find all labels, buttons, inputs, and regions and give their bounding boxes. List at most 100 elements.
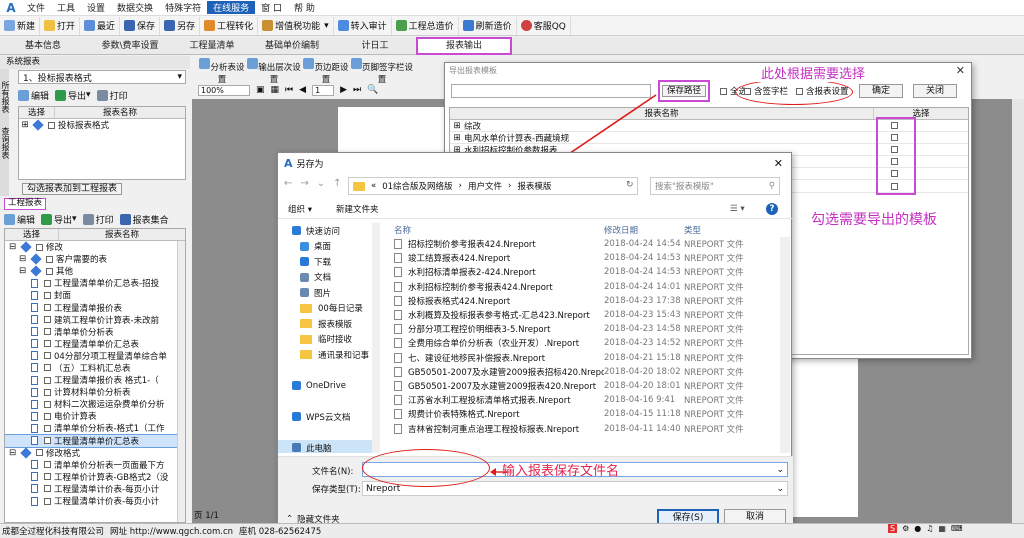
file-name: 江苏省水利工程投标清单格式报表.Nreport bbox=[408, 396, 571, 407]
breadcrumb-item[interactable]: 报表模版 bbox=[517, 180, 551, 192]
search-input[interactable]: 搜索"报表模版" ⚲ bbox=[650, 177, 780, 195]
refresh-icon[interactable]: ↻ bbox=[626, 180, 634, 190]
nav-item[interactable]: 00每日记录 bbox=[278, 301, 372, 317]
file-row[interactable]: 竣工结算报表424.Nreport 2018-04-24 14:53 NREPORT… bbox=[382, 251, 780, 265]
nav-item bbox=[278, 394, 372, 410]
chevron-down-icon[interactable]: ⌄ bbox=[317, 178, 325, 189]
nav-item[interactable]: 临时接收 bbox=[278, 332, 372, 348]
file-date: 2018-04-24 14:54 bbox=[604, 239, 681, 250]
folder-icon bbox=[300, 303, 312, 313]
file-name-cell: 吉林省控制河重点治理工程投标报表.Nreport bbox=[382, 423, 604, 435]
file-date: 2018-04-24 14:53 bbox=[604, 267, 681, 278]
file-row[interactable]: 江苏省水利工程投标清单格式报表.Nreport 2018-04-16 9:41 NR… bbox=[382, 393, 780, 407]
forward-icon[interactable]: → bbox=[300, 178, 308, 189]
file-name: 七、建设征地移民补偿报表.Nreport bbox=[408, 353, 546, 364]
up-icon[interactable]: ↑ bbox=[333, 178, 341, 189]
file-date: 2018-04-24 14:53 bbox=[604, 253, 681, 264]
file-icon bbox=[394, 281, 402, 292]
tray-icon[interactable]: ⚙ bbox=[902, 524, 909, 533]
help-icon[interactable]: ? bbox=[766, 202, 778, 215]
file-icon bbox=[394, 380, 402, 391]
file-row[interactable]: 水利招标清单报表2-424.Nreport 2018-04-24 14:53 NRE… bbox=[382, 265, 780, 279]
file-name-cell: 规费计价表特殊格式.Nreport bbox=[382, 408, 604, 420]
col-name[interactable]: 名称 bbox=[382, 224, 604, 236]
breadcrumb-item[interactable]: 用户文件 bbox=[468, 180, 502, 192]
col-type[interactable]: 类型 bbox=[684, 224, 701, 236]
breadcrumb[interactable]: « 01综合版及网络版 › 用户文件 › 报表模版 bbox=[348, 177, 638, 195]
file-name: 吉林省控制河重点治理工程投标报表.Nreport bbox=[408, 424, 580, 435]
tray-icon[interactable]: ⌨ bbox=[951, 524, 963, 533]
file-row[interactable]: 水利招标控制价参考报表424.Nreport 2018-04-24 14:01 NR… bbox=[382, 280, 780, 294]
nav-item[interactable]: 图片 bbox=[278, 285, 372, 301]
save-as-title: 另存为 bbox=[296, 159, 324, 170]
website[interactable]: 网址 http://www.qgch.com.cn bbox=[110, 525, 233, 537]
new-folder-button[interactable]: 新建文件夹 bbox=[336, 203, 379, 215]
file-name-cell: 全费用综合单价分析表（农业开发）.Nreport bbox=[382, 337, 604, 349]
nav-item[interactable]: 报表模版 bbox=[278, 316, 372, 332]
desk-icon bbox=[300, 241, 309, 251]
file-row[interactable]: 吉林省控制河重点治理工程投标报表.Nreport 2018-04-11 14:40… bbox=[382, 421, 780, 435]
file-type: NREPORT 文件 bbox=[684, 240, 744, 251]
file-date: 2018-04-11 14:40 bbox=[604, 423, 681, 434]
nav-item-label: 通讯录和记事 bbox=[318, 350, 370, 361]
file-row[interactable]: 七、建设征地移民补偿报表.Nreport 2018-04-21 15:18 NREP… bbox=[382, 351, 780, 365]
nav-item-label: 桌面 bbox=[314, 242, 332, 253]
folder-icon bbox=[353, 181, 365, 191]
app-logo-icon: A bbox=[284, 156, 293, 170]
file-list: 名称 修改日期 类型 招标控制价参考报表424.Nreport 2018-04-2… bbox=[382, 223, 780, 453]
file-name-cell: 江苏省水利工程投标清单格式报表.Nreport bbox=[382, 394, 604, 406]
phone: 座机 028-62562475 bbox=[239, 527, 322, 537]
view-icon[interactable]: ☰ ▾ bbox=[730, 204, 745, 214]
file-date: 2018-04-23 15:43 bbox=[604, 310, 681, 321]
back-icon[interactable]: ← bbox=[284, 178, 292, 189]
filetype-value: Nreport bbox=[366, 483, 401, 494]
file-list-scrollbar[interactable] bbox=[780, 237, 790, 453]
organize-button[interactable]: 组织 ▾ bbox=[288, 203, 312, 215]
file-icon bbox=[394, 366, 402, 377]
breadcrumb-item[interactable]: 01综合版及网络版 bbox=[382, 180, 452, 192]
file-row[interactable]: GB50501-2007及水建管2009报表420.Nreport 2018-04… bbox=[382, 379, 780, 393]
file-row[interactable]: 招标控制价参考报表424.Nreport 2018-04-24 14:54 NREP… bbox=[382, 237, 780, 251]
file-row[interactable]: 规费计价表特殊格式.Nreport 2018-04-15 11:18 NREPORT… bbox=[382, 407, 780, 421]
file-type: NREPORT 文件 bbox=[684, 339, 744, 350]
status-bar: 成都全过程化科技有限公司 网址 http://www.qgch.com.cn 座… bbox=[0, 523, 1024, 538]
file-type: NREPORT 文件 bbox=[684, 282, 744, 293]
file-row[interactable]: 水利概算及投标报表参考格式-汇总423.Nreport 2018-04-23 15… bbox=[382, 308, 780, 322]
close-icon[interactable]: ✕ bbox=[774, 157, 791, 170]
file-row[interactable]: 投标报表格式424.Nreport 2018-04-23 17:38 NREPORT… bbox=[382, 294, 780, 308]
file-date: 2018-04-24 14:01 bbox=[604, 281, 681, 292]
nav-item-label: 此电脑 bbox=[306, 443, 332, 453]
nav-item[interactable]: 桌面 bbox=[278, 239, 372, 255]
file-icon bbox=[394, 409, 402, 420]
ime-icon[interactable]: S bbox=[888, 524, 898, 533]
tray-icon[interactable]: ▦ bbox=[938, 524, 946, 533]
nav-item[interactable]: WPS云文档 bbox=[278, 409, 372, 425]
nav-item[interactable]: 文档 bbox=[278, 270, 372, 286]
file-row[interactable]: 全费用综合单价分析表（农业开发）.Nreport 2018-04-23 14:52… bbox=[382, 336, 780, 350]
file-type: NREPORT 文件 bbox=[684, 367, 744, 378]
nav-item-label: OneDrive bbox=[306, 380, 346, 391]
nav-scrollbar[interactable] bbox=[372, 223, 380, 453]
nav-item-label: 下载 bbox=[314, 257, 332, 268]
nav-item-label: 00每日记录 bbox=[318, 304, 363, 315]
file-row[interactable]: 分部分项工程控价明细表3-5.Nreport 2018-04-23 14:58 NR… bbox=[382, 322, 780, 336]
file-icon bbox=[394, 267, 402, 278]
tray-icon[interactable]: ● bbox=[914, 524, 921, 533]
file-type: NREPORT 文件 bbox=[684, 254, 744, 265]
breadcrumb-overflow[interactable]: « bbox=[371, 181, 376, 191]
col-date[interactable]: 修改日期 bbox=[604, 224, 684, 236]
file-name: 招标控制价参考报表424.Nreport bbox=[408, 240, 536, 251]
file-row[interactable]: GB50501-2007及水建管2009报表招标420.Nreport 2018-… bbox=[382, 365, 780, 379]
nav-item[interactable]: 下载 bbox=[278, 254, 372, 270]
nav-item-label: 快速访问 bbox=[306, 226, 341, 237]
tray-icon[interactable]: ♫ bbox=[926, 524, 933, 533]
file-icon bbox=[394, 295, 402, 306]
nav-item[interactable]: 快速访问 bbox=[278, 223, 372, 239]
nav-item[interactable]: OneDrive bbox=[278, 378, 372, 394]
file-icon bbox=[394, 253, 402, 264]
file-name-cell: 水利招标清单报表2-424.Nreport bbox=[382, 266, 604, 278]
nav-item[interactable]: 通讯录和记事 bbox=[278, 347, 372, 363]
nav-item[interactable]: 此电脑 bbox=[278, 440, 372, 453]
file-name-cell: GB50501-2007及水建管2009报表420.Nreport bbox=[382, 380, 604, 392]
file-icon bbox=[394, 338, 402, 349]
